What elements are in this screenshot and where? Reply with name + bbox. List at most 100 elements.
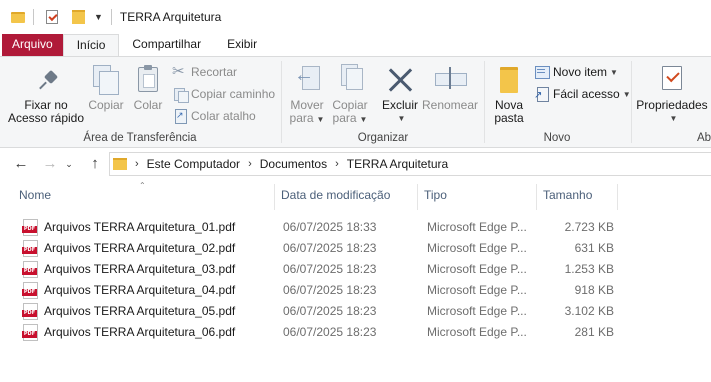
pin-quick-access-button[interactable]: Fixar no Acesso rápido bbox=[6, 57, 86, 129]
column-divider[interactable] bbox=[417, 184, 418, 210]
file-row[interactable]: PDF Arquivos TERRA Arquitetura_03.pdf 06… bbox=[18, 259, 618, 280]
move-to-button[interactable]: Mover para▼ bbox=[286, 57, 328, 129]
paste-shortcut-button[interactable]: Colar atalho bbox=[173, 106, 256, 126]
copy-path-button[interactable]: Copiar caminho bbox=[173, 84, 275, 104]
tab-view[interactable]: Exibir bbox=[214, 34, 270, 56]
file-date: 06/07/2025 18:23 bbox=[283, 304, 377, 318]
delete-label-text: Excluir bbox=[381, 98, 418, 112]
file-list: ⌃ Nome Data de modificação Tipo Tamanho … bbox=[0, 180, 711, 382]
pdf-file-icon: PDF bbox=[22, 261, 38, 278]
properties-chevron-down-icon[interactable]: ▼ bbox=[639, 112, 708, 125]
file-row[interactable]: PDF Arquivos TERRA Arquitetura_01.pdf 06… bbox=[18, 217, 618, 238]
new-item-chevron-down-icon: ▼ bbox=[610, 67, 618, 77]
pdf-icon-label: PDF bbox=[22, 226, 37, 233]
up-arrow-icon[interactable]: ↑ bbox=[85, 154, 105, 174]
copy-path-icon bbox=[173, 87, 189, 103]
delete-button[interactable]: Excluir ▼ bbox=[378, 57, 422, 129]
file-type: Microsoft Edge P... bbox=[427, 241, 527, 255]
delete-label: Excluir bbox=[378, 99, 422, 112]
pdf-file-icon: PDF bbox=[22, 219, 38, 236]
column-divider[interactable] bbox=[617, 184, 618, 210]
move-to-icon bbox=[294, 66, 320, 90]
column-header-type[interactable]: Tipo bbox=[424, 180, 529, 210]
pdf-icon-label: PDF bbox=[22, 310, 37, 317]
rename-button[interactable]: Renomear bbox=[421, 57, 479, 129]
pdf-file-icon: PDF bbox=[22, 240, 38, 257]
file-date: 06/07/2025 18:23 bbox=[283, 283, 377, 297]
column-divider[interactable] bbox=[536, 184, 537, 210]
file-row[interactable]: PDF Arquivos TERRA Arquitetura_02.pdf 06… bbox=[18, 238, 618, 259]
copy-label: Copiar bbox=[88, 98, 124, 112]
back-arrow-icon[interactable]: ← bbox=[11, 154, 31, 174]
clipboard-icon bbox=[138, 65, 158, 92]
file-row[interactable]: PDF Arquivos TERRA Arquitetura_04.pdf 06… bbox=[18, 280, 618, 301]
folder-icon bbox=[11, 11, 25, 23]
window-title: TERRA Arquitetura bbox=[119, 10, 222, 24]
file-date: 06/07/2025 18:23 bbox=[283, 262, 377, 276]
column-header-size[interactable]: Tamanho bbox=[543, 180, 613, 210]
new-folder-quick-icon[interactable] bbox=[72, 10, 85, 24]
tab-file[interactable]: Arquivo bbox=[2, 34, 63, 56]
ribbon-tabs: Arquivo Início Compartilhar Exibir bbox=[0, 34, 711, 56]
delete-chevron-down-icon[interactable]: ▼ bbox=[381, 112, 422, 125]
folder-icon bbox=[113, 158, 127, 170]
column-header-name[interactable]: Nome bbox=[19, 180, 269, 210]
move-to-label-line2: para ▼ bbox=[289, 111, 325, 125]
pdf-icon-label: PDF bbox=[22, 331, 37, 338]
file-type: Microsoft Edge P... bbox=[427, 325, 527, 339]
paste-shortcut-label: Colar atalho bbox=[191, 109, 256, 123]
group-divider bbox=[281, 61, 282, 143]
file-size: 3.102 KB bbox=[564, 304, 614, 318]
customize-toolbar-chevron-icon[interactable]: ▼ bbox=[94, 12, 103, 22]
cut-button[interactable]: Recortar bbox=[172, 62, 237, 82]
properties-quick-icon[interactable] bbox=[46, 10, 58, 24]
shortcut-icon bbox=[173, 109, 187, 124]
chevron-right-icon[interactable]: › bbox=[135, 158, 139, 170]
chevron-right-icon[interactable]: › bbox=[248, 158, 252, 170]
easy-access-label: Fácil acesso bbox=[553, 87, 620, 101]
pdf-file-icon: PDF bbox=[22, 303, 38, 320]
file-type: Microsoft Edge P... bbox=[427, 304, 527, 318]
chevron-right-icon[interactable]: › bbox=[335, 158, 339, 170]
easy-access-icon bbox=[534, 87, 549, 102]
new-group-label: Novo bbox=[543, 132, 571, 144]
file-name: Arquivos TERRA Arquitetura_04.pdf bbox=[44, 283, 236, 297]
breadcrumb-this-pc[interactable]: Este Computador bbox=[147, 157, 240, 171]
properties-button[interactable]: Propriedades ▼ bbox=[636, 57, 708, 129]
forward-arrow-icon[interactable]: → bbox=[40, 154, 60, 174]
file-size: 281 KB bbox=[574, 325, 614, 339]
file-type: Microsoft Edge P... bbox=[427, 283, 527, 297]
tab-share[interactable]: Compartilhar bbox=[119, 34, 214, 56]
move-to-label-line2-text: para bbox=[289, 111, 314, 125]
pdf-icon-label: PDF bbox=[22, 268, 37, 275]
delete-x-icon bbox=[387, 67, 413, 93]
address-bar[interactable]: › Este Computador › Documentos › TERRA A… bbox=[109, 152, 711, 176]
file-date: 06/07/2025 18:23 bbox=[283, 241, 377, 255]
copy-to-icon bbox=[339, 64, 363, 90]
pin-icon bbox=[41, 70, 61, 90]
new-folder-button[interactable]: Nova pasta bbox=[489, 57, 529, 129]
new-item-button[interactable]: Novo item ▼ bbox=[535, 62, 618, 82]
pdf-file-icon: PDF bbox=[22, 282, 38, 299]
file-size: 918 KB bbox=[574, 283, 614, 297]
column-divider[interactable] bbox=[274, 184, 275, 210]
column-header-date[interactable]: Data de modificação bbox=[281, 180, 411, 210]
scissors-icon bbox=[172, 62, 187, 80]
paste-button[interactable]: Colar bbox=[130, 57, 166, 129]
file-row[interactable]: PDF Arquivos TERRA Arquitetura_06.pdf 06… bbox=[18, 322, 618, 343]
file-row[interactable]: PDF Arquivos TERRA Arquitetura_05.pdf 06… bbox=[18, 301, 618, 322]
easy-access-button[interactable]: Fácil acesso ▼ bbox=[534, 84, 631, 104]
breadcrumb-current-folder[interactable]: TERRA Arquitetura bbox=[347, 157, 448, 171]
breadcrumb-documents[interactable]: Documentos bbox=[260, 157, 327, 171]
rename-label: Renomear bbox=[421, 98, 479, 112]
properties-icon bbox=[662, 66, 682, 90]
file-name: Arquivos TERRA Arquitetura_01.pdf bbox=[44, 220, 236, 234]
new-item-icon bbox=[535, 65, 550, 79]
copy-to-button[interactable]: Copiar para ▼ bbox=[329, 57, 371, 129]
recent-locations-chevron-down-icon[interactable]: ⌄ bbox=[63, 154, 75, 174]
copy-to-label-line2-text: para bbox=[332, 111, 357, 125]
copy-button[interactable]: Copiar bbox=[85, 57, 127, 129]
tab-home[interactable]: Início bbox=[62, 34, 120, 56]
file-name: Arquivos TERRA Arquitetura_03.pdf bbox=[44, 262, 236, 276]
file-type: Microsoft Edge P... bbox=[427, 220, 527, 234]
